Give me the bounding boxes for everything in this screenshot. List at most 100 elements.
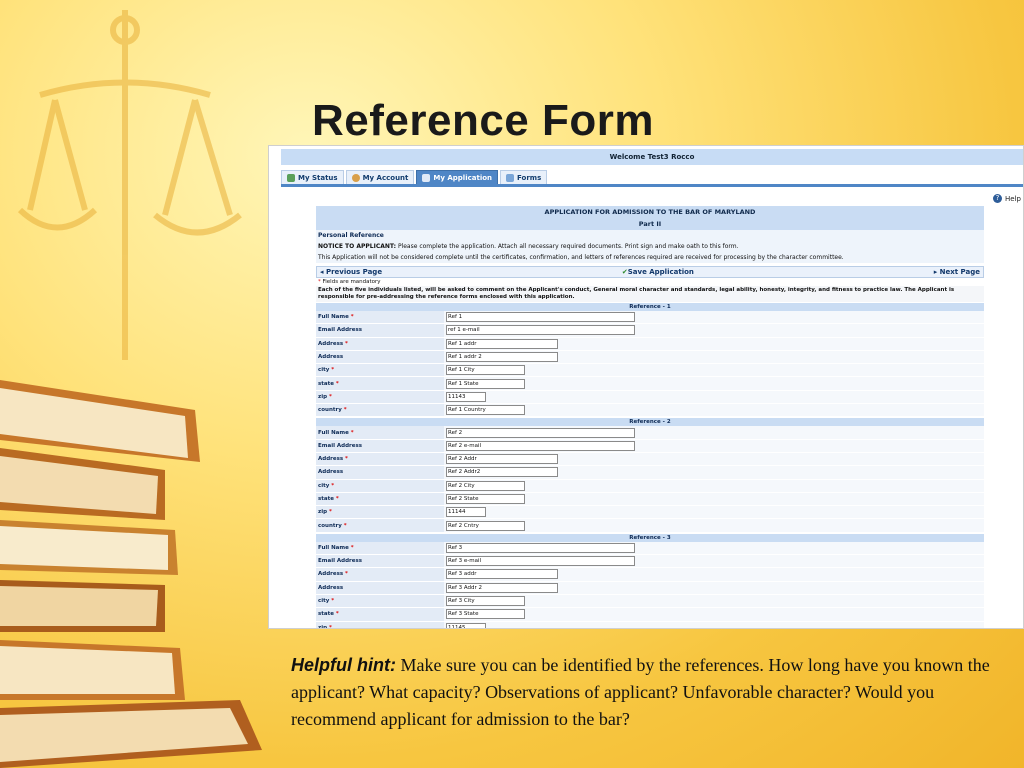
form-subheader: Part II	[316, 218, 984, 230]
required-star: *	[345, 571, 348, 578]
required-star: *	[343, 407, 347, 414]
help-link[interactable]: ? Help	[993, 194, 1021, 203]
notice-label: NOTICE TO APPLICANT:	[318, 243, 397, 250]
hint-text: Make sure you can be identified by the r…	[291, 655, 990, 729]
ref2-zip-input[interactable]	[446, 507, 486, 518]
next-page-label: Next Page	[939, 268, 980, 276]
ref2-address-row: Address *	[316, 452, 984, 467]
ref1-zip-input[interactable]	[446, 391, 486, 402]
ref1-address-input[interactable]	[446, 338, 558, 349]
save-label: Save Application	[627, 268, 694, 276]
field-label: country	[318, 407, 342, 414]
helpful-hint: Helpful hint: Make sure you can be ident…	[291, 652, 1011, 733]
instructions: Each of the five individuals listed, wil…	[316, 286, 984, 302]
ref1-address2-input[interactable]	[446, 352, 558, 363]
required-star: *	[328, 624, 332, 629]
field-label: city	[318, 598, 330, 605]
ref1-full-name-row: Full Name *	[316, 311, 984, 325]
ref1-country-input[interactable]	[446, 405, 525, 416]
ref3-address2-input[interactable]	[446, 582, 558, 593]
ref1-city-input[interactable]	[446, 365, 525, 376]
field-label: Address	[318, 456, 344, 463]
ref3-email-input[interactable]	[446, 556, 635, 567]
help-icon: ?	[993, 194, 1003, 203]
ref3-city-input[interactable]	[446, 596, 525, 607]
field-label: Address	[318, 571, 344, 578]
field-label: zip	[318, 393, 328, 400]
ref1-address-row: Address *	[316, 337, 984, 351]
ref2-city-input[interactable]	[446, 480, 525, 491]
ref3-address-input[interactable]	[446, 569, 558, 580]
ref2-address2-row: Address	[316, 466, 984, 480]
field-label: Full Name	[318, 314, 349, 321]
ref1-zip-row: zip *	[316, 390, 984, 405]
mandatory-text: Fields are mandatory	[322, 279, 381, 285]
tab-bar: My Status My Account My Application Form…	[281, 170, 549, 185]
status-icon	[287, 174, 295, 182]
ref3-full-name-input[interactable]	[446, 542, 635, 553]
required-star: *	[335, 380, 339, 387]
tab-my-status[interactable]: My Status	[281, 170, 344, 185]
required-star: *	[350, 429, 354, 436]
ref3-state-input[interactable]	[446, 609, 525, 620]
required-star: *	[328, 393, 332, 400]
ref2-email-input[interactable]	[446, 440, 635, 451]
next-page-link[interactable]: ▸ Next Page	[934, 268, 980, 276]
notice-text: Please complete the application. Attach …	[396, 243, 739, 250]
ref2-state-input[interactable]	[446, 494, 525, 504]
tab-label: My Status	[298, 174, 338, 182]
field-label: Email Address	[318, 442, 363, 449]
field-label: zip	[318, 624, 328, 629]
ref1-state-input[interactable]	[446, 378, 525, 389]
tab-forms[interactable]: Forms	[500, 170, 548, 185]
ref1-state-row: state *	[316, 377, 984, 391]
section-title: Personal Reference	[316, 230, 984, 241]
ref2-address2-input[interactable]	[446, 467, 558, 478]
notice-2: This Application will not be considered …	[316, 252, 984, 263]
mandatory-note: * Fields are mandatory	[316, 278, 984, 286]
reference-1-heading: Reference - 1	[316, 303, 984, 311]
application-screenshot: Welcome Test3 Rocco My Status My Account…	[268, 145, 1024, 629]
previous-page-link[interactable]: ◂ Previous Page	[320, 268, 382, 276]
ref3-address2-row: Address	[316, 581, 984, 595]
book-stack-image	[0, 380, 262, 768]
required-star: *	[331, 482, 335, 489]
ref2-state-row: state *	[316, 492, 984, 507]
tab-label: My Application	[433, 174, 493, 182]
ref3-email-row: Email Address	[316, 555, 984, 569]
field-label: Email Address	[318, 558, 363, 565]
tab-my-application[interactable]: My Application	[416, 170, 499, 185]
field-label: Address	[318, 584, 344, 591]
required-star: *	[331, 367, 335, 374]
ref1-city-row: city *	[316, 364, 984, 378]
ref2-country-input[interactable]	[446, 520, 525, 531]
required-star: *	[335, 496, 339, 502]
required-star: *	[331, 598, 335, 605]
field-label: Address	[318, 354, 344, 361]
ref1-full-name-input[interactable]	[446, 312, 635, 323]
field-label: state	[318, 380, 334, 387]
ref2-full-name-input[interactable]	[446, 427, 635, 438]
field-label: city	[318, 367, 330, 374]
ref1-email-input[interactable]	[446, 325, 635, 336]
required-star: *	[350, 544, 354, 551]
ref3-zip-row: zip *	[316, 621, 984, 629]
tab-my-account[interactable]: My Account	[345, 170, 415, 185]
ref2-address-input[interactable]	[446, 454, 558, 465]
required-star: *	[345, 456, 348, 463]
notice: NOTICE TO APPLICANT: Please complete the…	[316, 241, 984, 252]
reference-3-heading: Reference - 3	[316, 533, 984, 542]
field-label: city	[318, 482, 330, 489]
field-label: country	[318, 522, 342, 529]
field-label: Address	[318, 469, 344, 476]
tab-label: My Account	[362, 174, 409, 182]
forms-icon	[506, 174, 515, 182]
form-header: APPLICATION FOR ADMISSION TO THE BAR OF …	[316, 206, 984, 218]
ref3-zip-input[interactable]	[446, 622, 486, 628]
required-star: *	[350, 314, 354, 321]
ref1-email-row: Email Address	[316, 324, 984, 338]
ref1-address2-row: Address	[316, 350, 984, 365]
ref2-full-name-row: Full Name *	[316, 426, 984, 440]
save-application-button[interactable]: ✔Save Application	[622, 268, 694, 276]
account-icon	[351, 174, 360, 182]
